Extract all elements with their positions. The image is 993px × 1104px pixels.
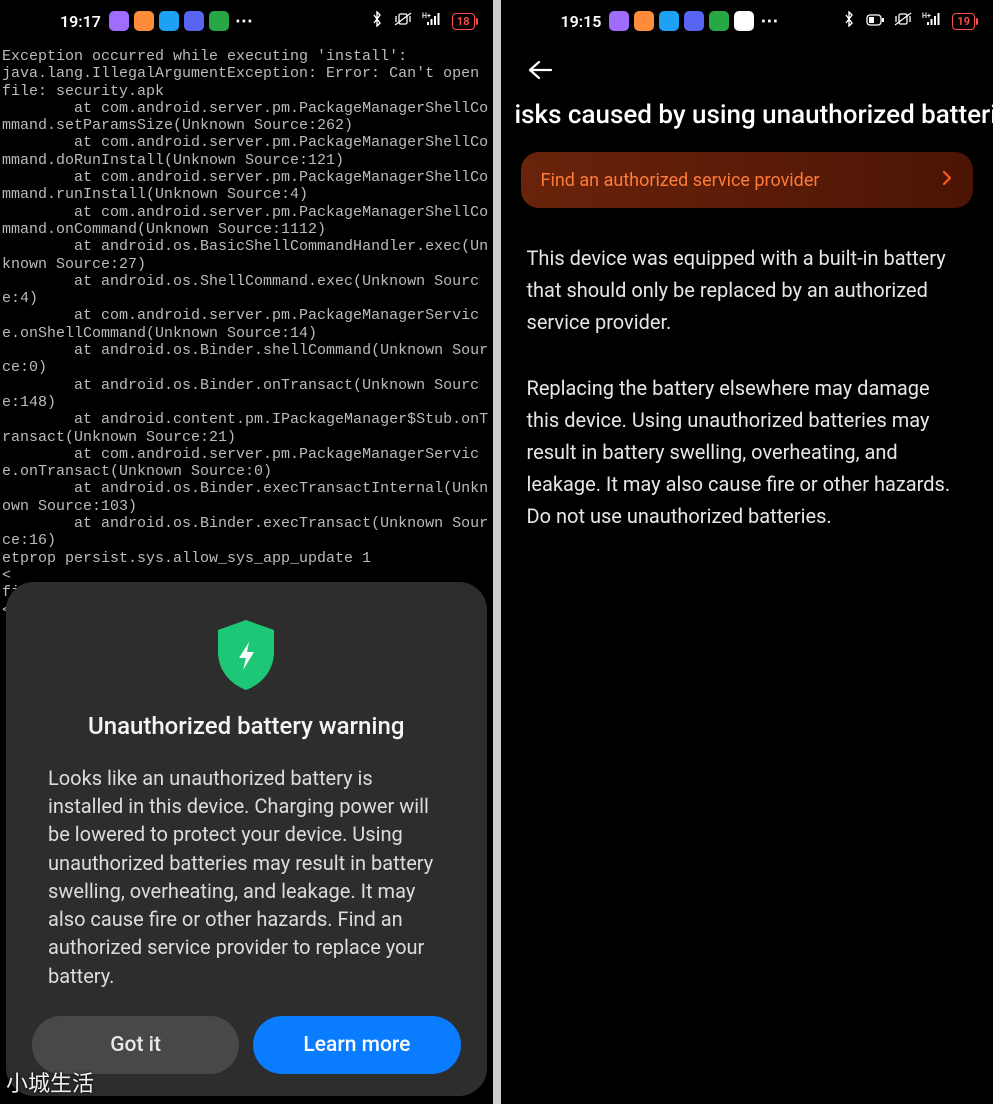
- battery-saver-icon: [866, 12, 884, 30]
- status-app-icon: [709, 11, 729, 31]
- back-button[interactable]: [527, 65, 553, 84]
- svg-text:H+: H+: [922, 12, 931, 20]
- terminal-output: Exception occurred while executing 'inst…: [0, 48, 493, 619]
- status-app-icon: [184, 11, 204, 31]
- status-right-icons: H+ 18: [370, 11, 475, 31]
- bluetooth-icon: [842, 11, 856, 31]
- status-right-icons: H+ 19: [842, 11, 975, 31]
- warning-dialog: Unauthorized battery warning Looks like …: [6, 582, 487, 1096]
- find-service-provider-button[interactable]: Find an authorized service provider: [521, 152, 974, 208]
- status-time: 19:17: [60, 12, 101, 31]
- status-app-icon: [609, 11, 629, 31]
- chevron-right-icon: [941, 170, 953, 191]
- status-more-icon: ⋯: [235, 11, 254, 32]
- status-bar: 19:15 ⋯ H+ 19: [501, 0, 993, 42]
- shield-icon: [26, 618, 467, 692]
- info-paragraph-1: This device was equipped with a built-in…: [501, 242, 993, 338]
- signal-icon: H+: [922, 12, 942, 30]
- status-time: 19:15: [561, 12, 602, 31]
- battery-indicator: 19: [952, 13, 975, 30]
- status-app-icon: [659, 11, 679, 31]
- status-app-icon: [109, 11, 129, 31]
- vibrate-icon: [394, 12, 412, 30]
- status-app-icons: [109, 11, 229, 31]
- status-app-icon: [134, 11, 154, 31]
- dialog-body: Looks like an unauthorized battery is in…: [26, 764, 467, 990]
- cta-label: Find an authorized service provider: [541, 170, 820, 191]
- learn-more-button[interactable]: Learn more: [253, 1016, 460, 1074]
- status-app-icon: [159, 11, 179, 31]
- dialog-title: Unauthorized battery warning: [26, 712, 467, 740]
- status-app-icon: [209, 11, 229, 31]
- status-bar: 19:17 ⋯ H+ 18: [0, 0, 493, 42]
- status-app-icon: [634, 11, 654, 31]
- status-app-icons: [609, 11, 754, 31]
- status-more-icon: ⋯: [760, 11, 779, 32]
- info-paragraph-2: Replacing the battery elsewhere may dama…: [501, 372, 993, 532]
- phone-screenshot-right: 19:15 ⋯ H+ 19 isks caused by using unaut…: [497, 0, 993, 1104]
- bluetooth-icon: [370, 11, 384, 31]
- battery-indicator: 18: [452, 13, 475, 30]
- vibrate-icon: [894, 12, 912, 30]
- status-app-icon: [684, 11, 704, 31]
- page-title: isks caused by using unauthorized batter…: [501, 94, 993, 152]
- signal-icon: H+: [422, 12, 442, 30]
- status-app-icon: [734, 11, 754, 31]
- phone-screenshot-left: 19:17 ⋯ H+ 18 Exception occurred while e…: [0, 0, 497, 1104]
- svg-text:H+: H+: [422, 12, 431, 20]
- watermark-text: 小城生活: [6, 1066, 94, 1098]
